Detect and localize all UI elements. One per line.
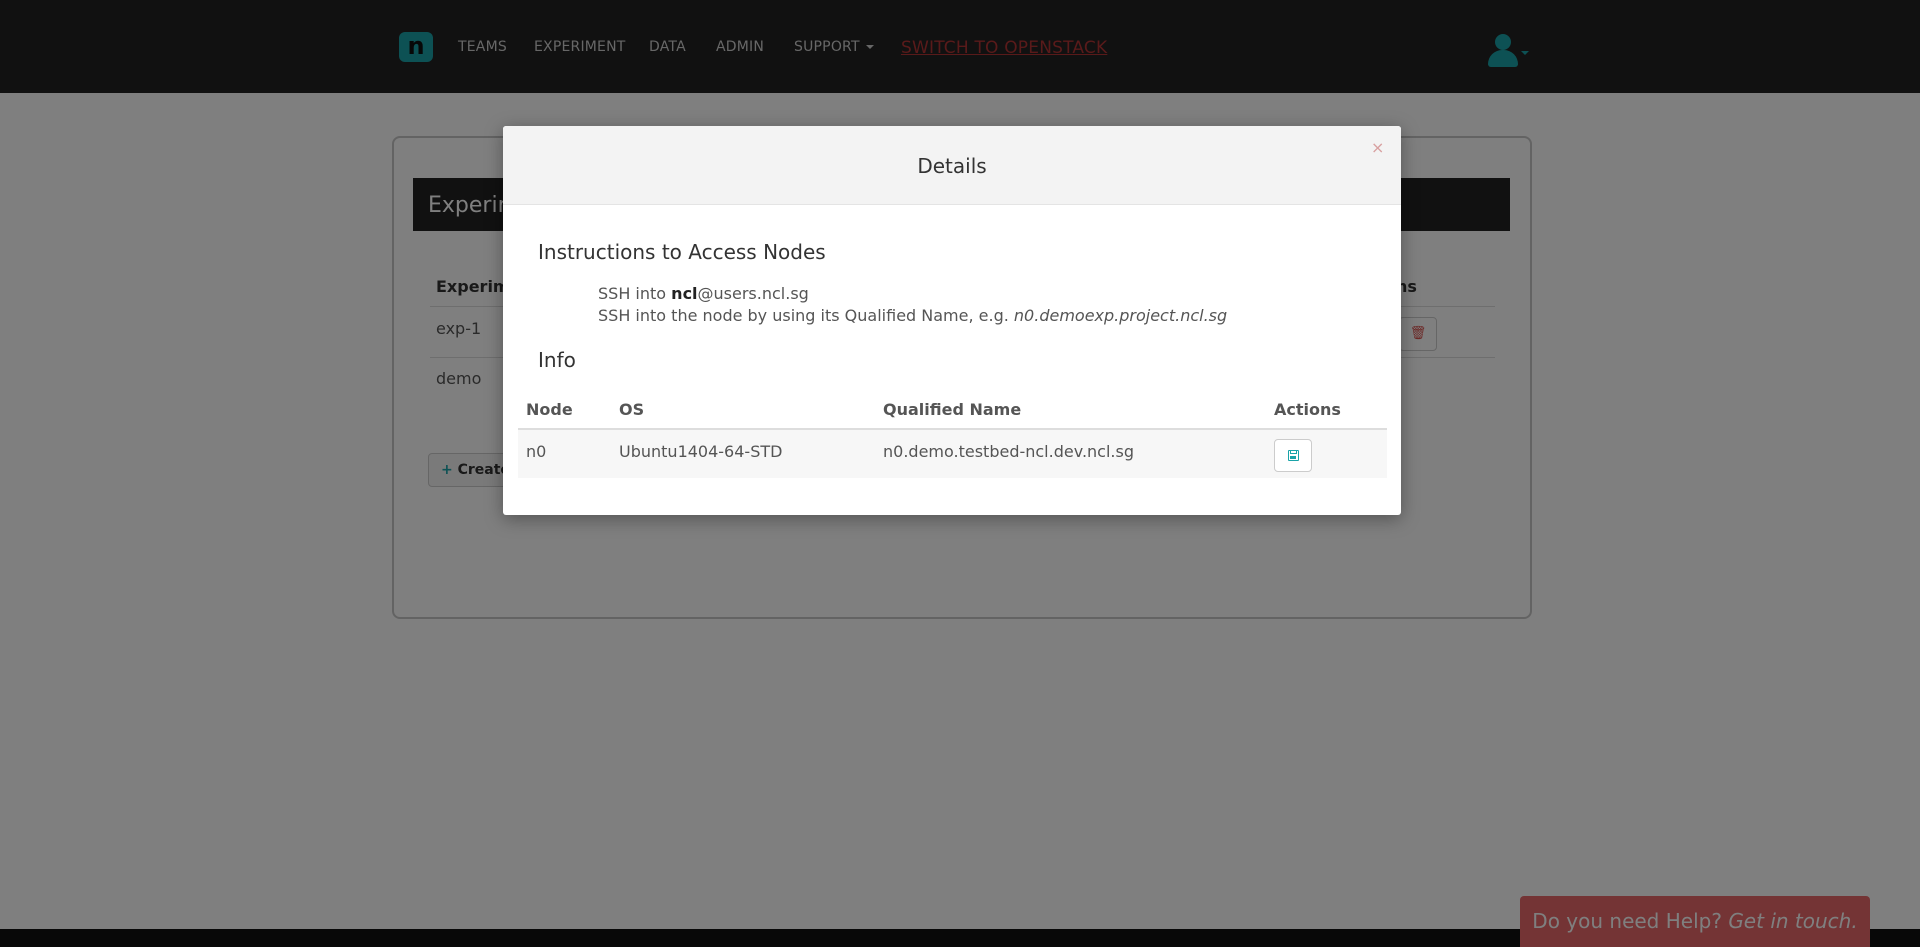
cell-qualified-name: n0.demo.testbed-ncl.dev.ncl.sg bbox=[883, 442, 1134, 461]
ssh-user: ncl bbox=[671, 284, 698, 303]
cell-os: Ubuntu1404-64-STD bbox=[619, 442, 783, 461]
info-heading: Info bbox=[538, 348, 576, 372]
instructions-heading: Instructions to Access Nodes bbox=[538, 240, 826, 264]
close-icon[interactable]: × bbox=[1371, 138, 1384, 157]
column-node: Node bbox=[526, 400, 573, 419]
details-modal: Details × Instructions to Access Nodes S… bbox=[503, 126, 1401, 515]
ssh-instruction-2: SSH into the node by using its Qualified… bbox=[598, 306, 1227, 325]
modal-title: Details bbox=[917, 154, 987, 178]
ssh-line2-prefix: SSH into the node by using its Qualified… bbox=[598, 306, 1014, 325]
ssh-host: @users.ncl.sg bbox=[697, 284, 809, 303]
save-icon bbox=[1288, 450, 1299, 461]
column-actions: Actions bbox=[1274, 400, 1341, 419]
ssh-example: n0.demoexp.project.ncl.sg bbox=[1013, 306, 1228, 325]
ssh-instruction-1: SSH into ncl@users.ncl.sg bbox=[598, 284, 809, 303]
column-os: OS bbox=[619, 400, 645, 419]
modal-header: Details × bbox=[503, 126, 1401, 205]
save-button[interactable] bbox=[1274, 439, 1312, 472]
cell-node: n0 bbox=[526, 442, 547, 461]
column-qualified-name: Qualified Name bbox=[883, 400, 1022, 419]
ssh-line1-prefix: SSH into bbox=[598, 284, 672, 303]
